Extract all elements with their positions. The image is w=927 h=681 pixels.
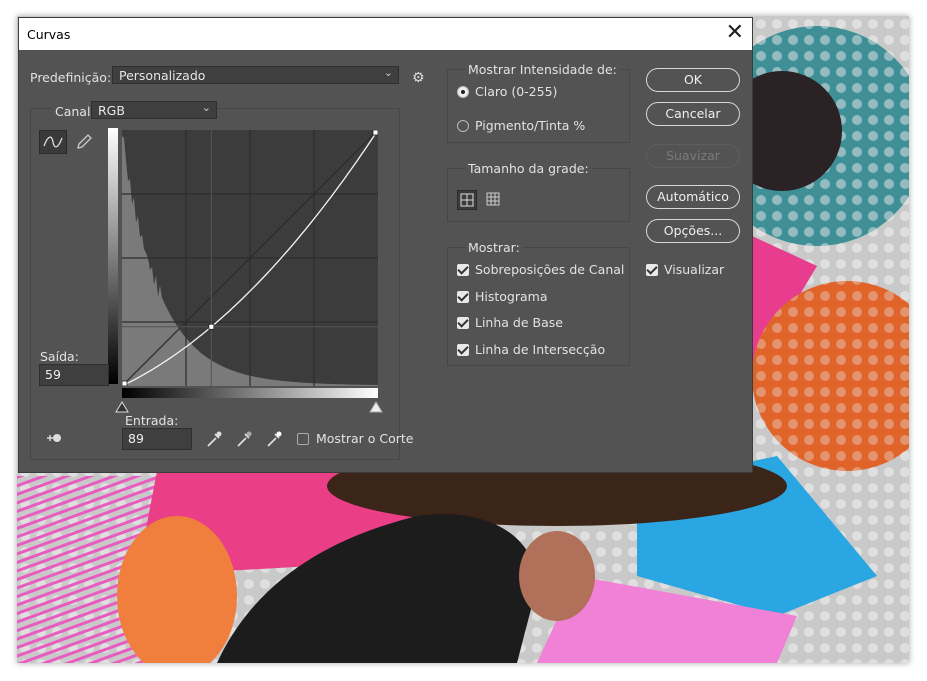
pencil-icon [77, 134, 92, 149]
grid-size-title: Tamanho da grade: [465, 161, 592, 176]
on-image-adjust-icon[interactable] [44, 430, 64, 446]
preset-label: Predefinição: [30, 70, 112, 85]
smooth-button[interactable]: Suavizar [646, 144, 740, 168]
curve-wave-icon [43, 136, 63, 148]
ok-button[interactable]: OK [646, 68, 740, 92]
pigment-radio-label: Pigmento/Tinta % [475, 118, 586, 133]
preview-checkbox[interactable] [646, 264, 658, 276]
cancel-button[interactable]: Cancelar [646, 102, 740, 126]
intensity-title: Mostrar Intensidade de: [465, 62, 620, 77]
intersection-line-label: Linha de Intersecção [475, 342, 606, 357]
chevron-down-icon: ⌄ [383, 66, 393, 79]
curve-control-point[interactable] [208, 323, 215, 330]
white-eyedropper-icon[interactable] [265, 430, 283, 448]
black-point-slider[interactable] [115, 401, 129, 413]
curves-dialog: Curvas ✕ Predefinição: Personalizado ⌄ ⚙… [18, 17, 753, 473]
dialog-title: Curvas [27, 27, 71, 42]
channel-overlays-label: Sobreposições de Canal [475, 262, 625, 277]
channel-select[interactable]: RGB ⌄ [91, 101, 217, 119]
close-icon[interactable]: ✕ [726, 21, 744, 45]
curve-endpoint-black[interactable] [122, 380, 128, 386]
curve-point-tool[interactable] [39, 130, 67, 154]
black-eyedropper-icon[interactable] [205, 430, 223, 448]
intersection-line-checkbox[interactable] [457, 344, 469, 356]
title-bar: Curvas ✕ [19, 18, 752, 50]
output-label: Saída: [40, 349, 79, 364]
light-radio[interactable] [457, 86, 469, 98]
auto-button[interactable]: Automático [646, 185, 740, 209]
simple-grid-button[interactable] [457, 190, 477, 210]
channel-value: RGB [98, 103, 125, 118]
output-field[interactable]: 59 [39, 364, 109, 386]
chevron-down-icon: ⌄ [201, 101, 211, 114]
output-gradient-bar [108, 128, 118, 384]
white-point-slider[interactable] [369, 401, 383, 413]
channel-overlays-checkbox[interactable] [457, 264, 469, 276]
baseline-label: Linha de Base [475, 315, 563, 330]
curves-graph[interactable] [122, 130, 378, 386]
gear-icon[interactable]: ⚙ [412, 70, 425, 86]
show-clipping-label: Mostrar o Corte [316, 431, 414, 446]
pencil-tool[interactable] [74, 132, 94, 155]
screenshot-frame: Curvas ✕ Predefinição: Personalizado ⌄ ⚙… [17, 16, 909, 663]
preview-label: Visualizar [664, 262, 725, 277]
show-clipping-checkbox[interactable] [297, 433, 309, 445]
options-button[interactable]: Opções... [646, 219, 740, 243]
preset-value: Personalizado [119, 68, 206, 83]
input-label: Entrada: [125, 413, 179, 428]
baseline-checkbox[interactable] [457, 317, 469, 329]
pigment-radio[interactable] [457, 120, 469, 132]
gray-eyedropper-icon[interactable] [235, 430, 253, 448]
light-radio-label: Claro (0-255) [475, 84, 558, 99]
grid-10-icon [486, 192, 500, 206]
input-gradient-bar [122, 388, 378, 398]
input-field[interactable]: 89 [122, 428, 192, 450]
preset-select[interactable]: Personalizado ⌄ [112, 66, 399, 84]
histogram-checkbox[interactable] [457, 291, 469, 303]
histogram-label: Histograma [475, 289, 548, 304]
detailed-grid-button[interactable] [484, 190, 504, 210]
grid-4-icon [460, 193, 474, 207]
curve-endpoint-white[interactable] [372, 130, 378, 136]
show-title: Mostrar: [465, 240, 523, 255]
